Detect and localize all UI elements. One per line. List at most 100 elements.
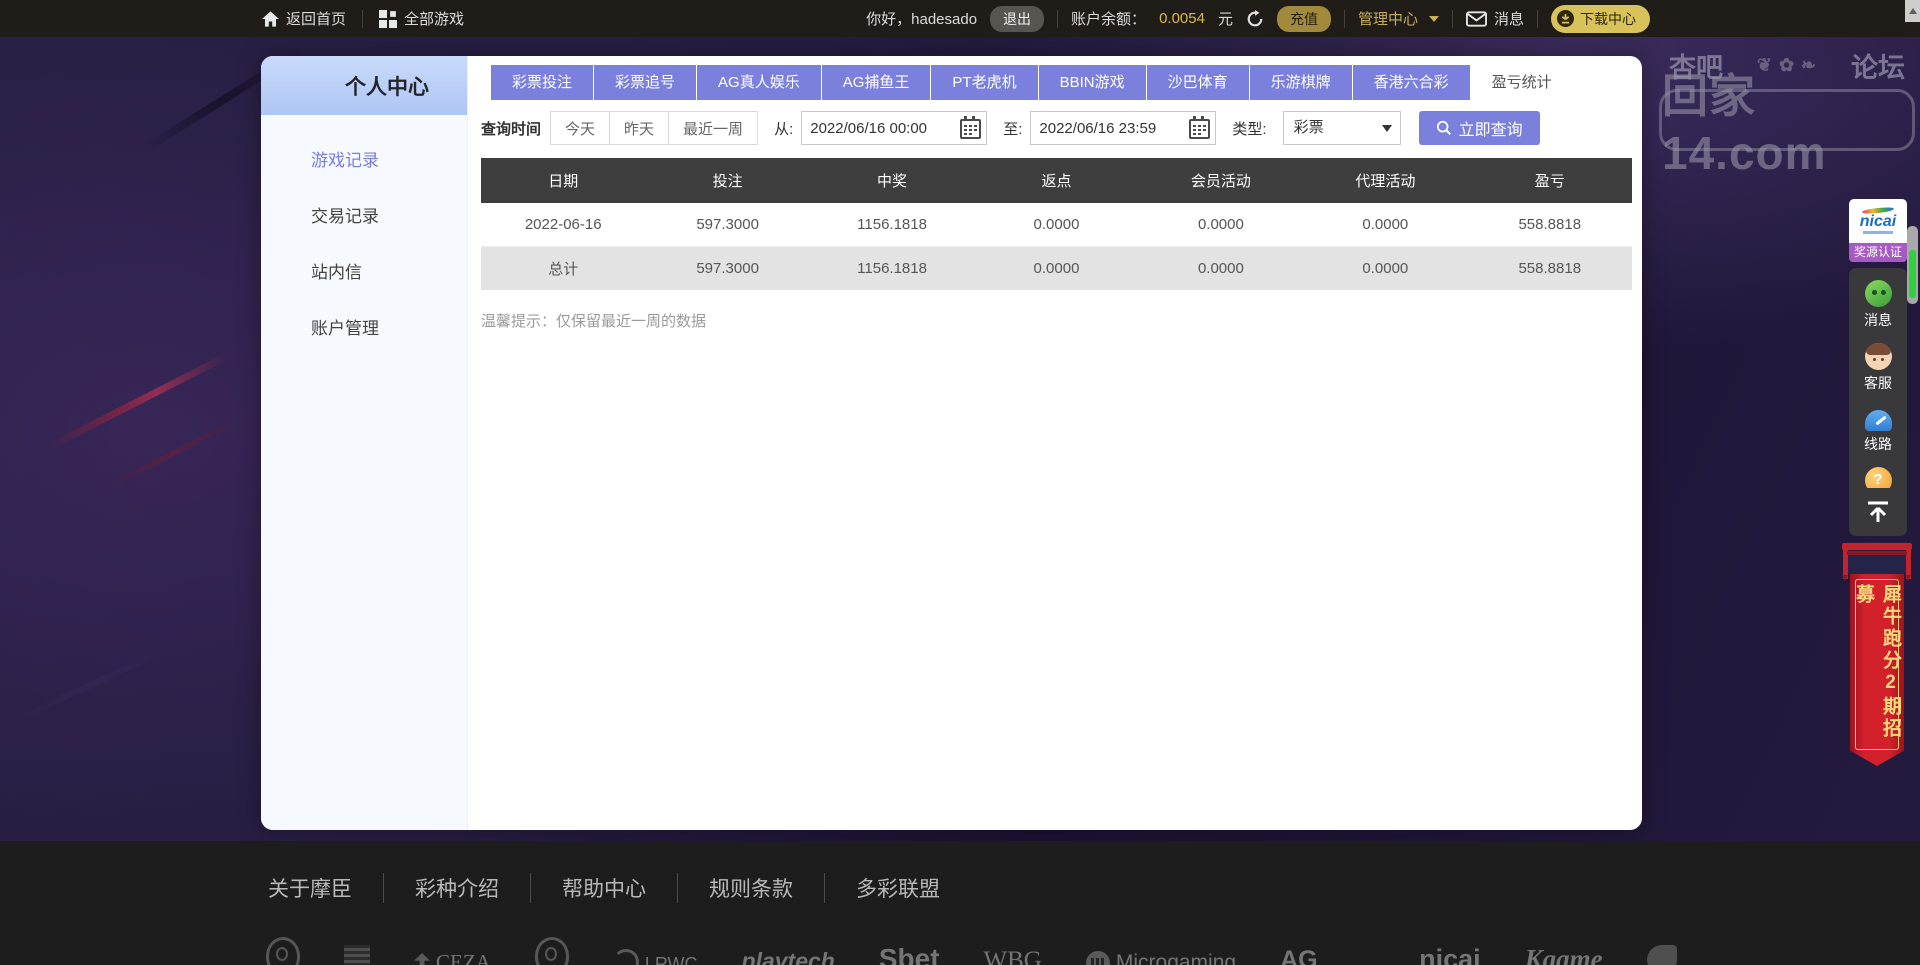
flourish-icon [1757,55,1817,76]
quick-lastweek-button[interactable]: 最近一周 [668,111,759,145]
col-agent-activity: 代理活动 [1303,158,1468,203]
partner-logo-kgame: Kgame [1524,944,1603,965]
footer-link-lottery-intro[interactable]: 彩种介绍 [384,873,531,903]
watermark-right-text: 论坛 [1851,53,1905,83]
ribbon-top-decoration [1842,542,1912,581]
type-label: 类型: [1232,120,1267,138]
content-area: 彩票投注 彩票追号 AG真人娱乐 AG捕鱼王 PT老虎机 BBIN游戏 沙巴体育… [468,56,1642,830]
messages-button[interactable]: 消息 [1465,8,1524,29]
all-games-button[interactable]: 全部游戏 [379,8,464,29]
nicai-logo: nicai [1849,199,1907,243]
query-toolbar: 查询时间 今天 昨天 最近一周 从: 至: 类型: 彩票 [481,111,1632,145]
watermark-domain: 回家14.com [1659,70,1915,179]
search-icon [1436,120,1451,135]
balance-label: 账户余额： [1071,11,1147,28]
partner-logo-ceza: CEZA [414,950,491,965]
palm-icon [414,953,430,965]
partner-logo-ag: AG Asia Gaming [1280,946,1318,965]
gauge-icon [1864,410,1892,431]
refresh-icon[interactable] [1246,9,1264,28]
back-to-top-button[interactable] [1849,488,1907,536]
greeting-text: 你好，hadesado [866,11,978,28]
float-item-messages[interactable]: 消息 [1849,273,1907,336]
sidebar: 个人中心 游戏记录 交易记录 站内信 账户管理 [261,56,468,830]
logout-button[interactable]: 退出 [990,5,1045,32]
tab-leyou-chess[interactable]: 乐游棋牌 [1249,65,1352,100]
sidebar-item-game-records[interactable]: 游戏记录 [261,133,467,189]
search-button[interactable]: 立即查询 [1418,111,1540,145]
divider [362,9,364,28]
divider [1451,9,1453,28]
col-bet: 投注 [645,158,810,203]
partner-logos: CEZA LRWC playtech Sbet WBG Microgaming … [266,937,1677,965]
calendar-icon[interactable] [960,116,982,139]
main-panel: 个人中心 游戏记录 交易记录 站内信 账户管理 彩票投注 彩票追号 AG真人娱乐… [261,56,1642,830]
quick-yesterday-button[interactable]: 昨天 [609,111,670,145]
from-label: 从: [774,120,794,138]
ribbon-body: 犀牛跑分2期招募 [1850,574,1904,766]
tab-bar: 彩票投注 彩票追号 AG真人娱乐 AG捕鱼王 PT老虎机 BBIN游戏 沙巴体育… [491,65,1632,100]
sidebar-item-site-mail[interactable]: 站内信 [261,245,467,301]
home-icon [262,10,279,27]
divider [1343,9,1345,28]
tab-pt-slots[interactable]: PT老虎机 [931,65,1038,100]
recharge-button[interactable]: 充值 [1276,5,1331,32]
float-item-customer-service[interactable]: 客服 [1849,336,1907,399]
tab-saba-sports[interactable]: 沙巴体育 [1146,65,1249,100]
cert-widget[interactable]: nicai 奖源认证 [1849,199,1907,262]
scrollbar-indicator [1909,250,1916,298]
home-button[interactable]: 返回首页 [262,8,346,29]
tab-ag-live[interactable]: AG真人娱乐 [697,65,821,100]
col-member-activity: 会员活动 [1138,158,1304,203]
sidebar-header: 个人中心 [261,56,467,115]
balance-unit: 元 [1217,11,1233,28]
col-date: 日期 [481,158,646,203]
microgaming-icon [1085,951,1110,965]
tab-lottery-chase[interactable]: 彩票追号 [594,65,697,100]
ribbon-text: 犀牛跑分2期招募 [1853,584,1901,740]
promo-ribbon-banner[interactable]: 犀牛跑分2期招募 [1842,542,1912,766]
col-profit: 盈亏 [1467,158,1632,203]
sidebar-item-account-management[interactable]: 账户管理 [261,301,467,357]
partner-logo-microgaming: Microgaming [1085,951,1236,965]
sidebar-item-transaction-records[interactable]: 交易记录 [261,189,467,245]
watermark: 杏吧 论坛 回家14.com [1659,46,1915,179]
to-label: 至: [1003,120,1023,138]
sidebar-title: 个人中心 [345,75,429,99]
tab-ag-fishing[interactable]: AG捕鱼王 [821,65,931,100]
tab-lottery-bet[interactable]: 彩票投注 [491,65,594,100]
footer-link-rules[interactable]: 规则条款 [678,873,825,903]
grid-icon [379,9,398,28]
tab-hk-lottery[interactable]: 香港六合彩 [1352,65,1470,100]
type-select[interactable]: 彩票 [1282,111,1401,145]
float-item-lines[interactable]: 线路 [1849,399,1907,460]
partner-crest-icon [266,937,300,965]
partner-logo-sbet: Sbet [878,943,940,965]
tab-profit-statistics[interactable]: 盈亏统计 [1470,65,1573,100]
footer-link-help-center[interactable]: 帮助中心 [531,873,678,903]
scrollbar-up-arrow[interactable] [1905,0,1920,22]
calendar-icon[interactable] [1189,116,1211,139]
quick-today-button[interactable]: 今天 [550,111,611,145]
back-to-top-icon [1868,501,1888,522]
divider [1537,9,1538,28]
background-streak [103,418,239,491]
partner-leaf-icon [1646,945,1677,965]
balance-value: 0.0054 [1159,10,1205,27]
profit-table: 日期 投注 中奖 返点 会员活动 代理活动 盈亏 2022-06-16 597.… [481,158,1632,290]
table-header-row: 日期 投注 中奖 返点 会员活动 代理活动 盈亏 [481,158,1632,203]
divider [1057,9,1059,28]
footer-link-alliance[interactable]: 多彩联盟 [825,873,971,903]
avatar [299,69,333,103]
swirl-icon [612,949,639,965]
top-bar: 返回首页 全部游戏 你好，hadesado 退出 账户余额： 0.0054 元 … [0,0,1920,37]
footer: 关于摩臣 彩种介绍 帮助中心 规则条款 多彩联盟 CEZA LRWC playt… [0,841,1920,965]
envelope-icon [1465,10,1487,27]
partner-seal-icon [344,945,370,965]
footer-link-about[interactable]: 关于摩臣 [268,873,384,903]
tab-bbin[interactable]: BBIN游戏 [1038,65,1146,100]
background-streak [16,644,174,722]
table-total-row: 总计 597.3000 1156.1818 0.0000 0.0000 0.00… [481,246,1632,290]
download-center-button[interactable]: 下载中心 [1551,4,1650,33]
admin-center-menu[interactable]: 管理中心 [1358,8,1439,29]
